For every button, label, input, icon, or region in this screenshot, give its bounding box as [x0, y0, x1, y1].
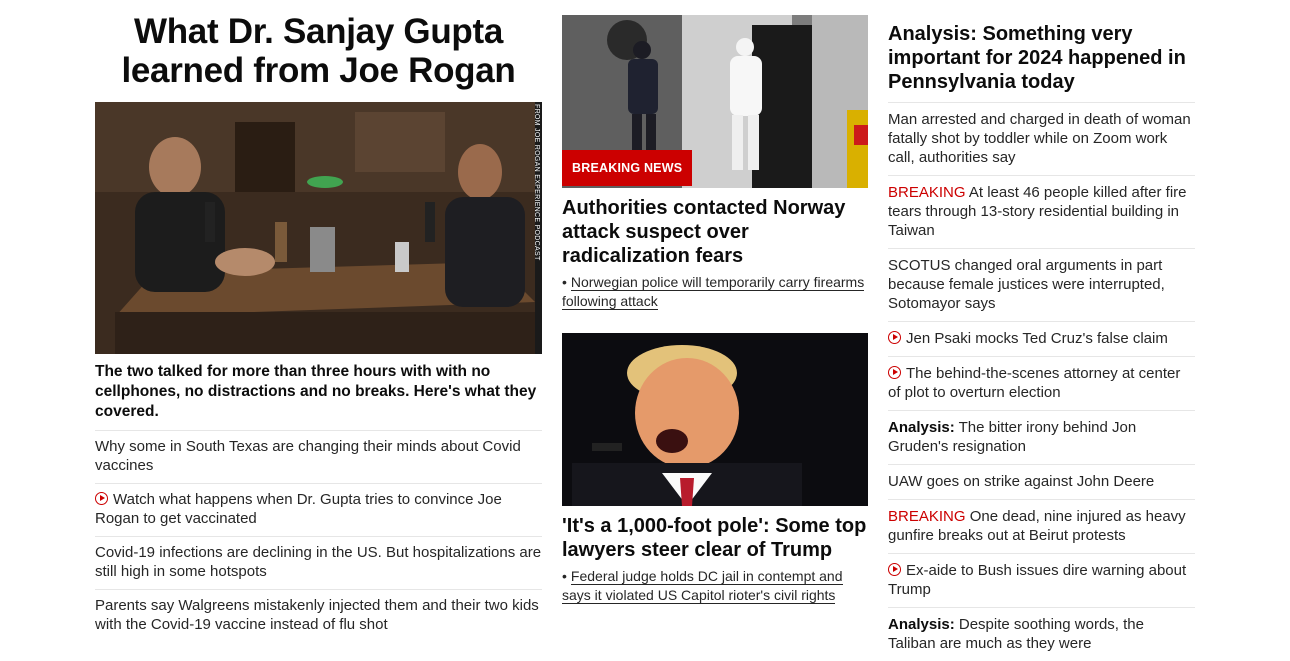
breaking-news-badge: BREAKING NEWS [562, 150, 693, 186]
analysis-label: Analysis: [888, 616, 955, 633]
norway-attack-image[interactable]: BREAKING NEWS [562, 15, 868, 188]
list-item[interactable]: UAW goes on strike against John Deere [888, 464, 1195, 499]
list-item[interactable]: Jen Psaki mocks Ted Cruz's false claim [888, 321, 1195, 356]
play-circle-icon [888, 331, 901, 344]
story-link[interactable]: Watch what happens when Dr. Gupta tries … [95, 491, 502, 527]
play-circle-icon [888, 563, 901, 576]
trump-sublink[interactable]: Federal judge holds DC jail in contempt … [562, 568, 843, 604]
list-item[interactable]: Covid-19 infections are declining in the… [95, 536, 542, 589]
trump-image[interactable] [562, 333, 868, 506]
image-credit: FROM JOE ROGAN EXPERIENCE PODCAST [533, 104, 540, 261]
list-item[interactable]: Watch what happens when Dr. Gupta tries … [95, 483, 542, 536]
lead-image-rogan-gupta[interactable]: FROM JOE ROGAN EXPERIENCE PODCAST [95, 102, 542, 354]
trump-headline[interactable]: 'It's a 1,000-foot pole': Some top lawye… [562, 514, 868, 562]
trump-speaking-illustration [562, 333, 868, 506]
lead-column: What Dr. Sanjay Gupta learned from Joe R… [95, 10, 542, 642]
lead-related-list: Why some in South Texas are changing the… [95, 430, 542, 642]
headlines-list: Man arrested and charged in death of wom… [888, 102, 1195, 661]
list-item[interactable]: Parents say Walgreens mistakenly injecte… [95, 589, 542, 642]
analysis-label: Analysis: [888, 419, 955, 436]
norway-headline[interactable]: Authorities contacted Norway attack susp… [562, 196, 868, 268]
norway-sublink[interactable]: Norwegian police will temporarily carry … [562, 274, 865, 310]
list-item[interactable]: Analysis: The bitter irony behind Jon Gr… [888, 410, 1195, 464]
norway-headline-link[interactable]: Authorities contacted Norway attack susp… [562, 197, 845, 267]
list-item[interactable]: SCOTUS changed oral arguments in part be… [888, 248, 1195, 321]
list-item[interactable]: Analysis: Despite soothing words, the Ta… [888, 607, 1195, 661]
trump-sublink-row: • Federal judge holds DC jail in contempt… [562, 567, 868, 605]
story-link[interactable]: The behind-the-scenes attorney at center… [888, 365, 1180, 401]
bullet: • [562, 274, 567, 290]
headlines-column: Analysis: Something very important for 2… [888, 22, 1195, 661]
play-circle-icon [888, 366, 901, 379]
norway-sublink-row: • Norwegian police will temporarily carry… [562, 273, 868, 311]
list-item[interactable]: Why some in South Texas are changing the… [95, 430, 542, 483]
story-link[interactable]: Parents say Walgreens mistakenly injecte… [95, 597, 539, 633]
breaking-label: BREAKING [888, 508, 966, 525]
list-item[interactable]: Ex-aide to Bush issues dire warning abou… [888, 553, 1195, 607]
story-link[interactable]: Why some in South Texas are changing the… [95, 438, 521, 474]
list-item[interactable]: BREAKING At least 46 people killed after… [888, 175, 1195, 248]
breaking-label: BREAKING [888, 184, 966, 201]
story-link[interactable]: UAW goes on strike against John Deere [888, 473, 1154, 490]
top-analysis-link[interactable]: Analysis: Something very important for 2… [888, 23, 1186, 93]
list-item[interactable]: BREAKING One dead, nine injured as heavy… [888, 499, 1195, 553]
story-link[interactable]: SCOTUS changed oral arguments in part be… [888, 257, 1165, 312]
bullet: • [562, 568, 567, 584]
list-item[interactable]: Man arrested and charged in death of wom… [888, 102, 1195, 175]
podcast-studio-illustration [95, 102, 542, 354]
trump-headline-link[interactable]: 'It's a 1,000-foot pole': Some top lawye… [562, 515, 866, 561]
story-link[interactable]: Ex-aide to Bush issues dire warning abou… [888, 562, 1186, 598]
lead-headline[interactable]: What Dr. Sanjay Gupta learned from Joe R… [95, 10, 542, 90]
list-item[interactable]: The behind-the-scenes attorney at center… [888, 356, 1195, 410]
lead-headline-link[interactable]: What Dr. Sanjay Gupta learned from Joe R… [121, 12, 515, 90]
middle-column: BREAKING NEWS Authorities contacted Norw… [562, 15, 868, 605]
story-link[interactable]: Man arrested and charged in death of wom… [888, 111, 1191, 166]
story-link[interactable]: Jen Psaki mocks Ted Cruz's false claim [906, 330, 1168, 347]
story-link[interactable]: Covid-19 infections are declining in the… [95, 544, 541, 580]
lead-description[interactable]: The two talked for more than three hours… [95, 362, 542, 422]
play-circle-icon [95, 492, 108, 505]
top-analysis-headline[interactable]: Analysis: Something very important for 2… [888, 22, 1195, 102]
